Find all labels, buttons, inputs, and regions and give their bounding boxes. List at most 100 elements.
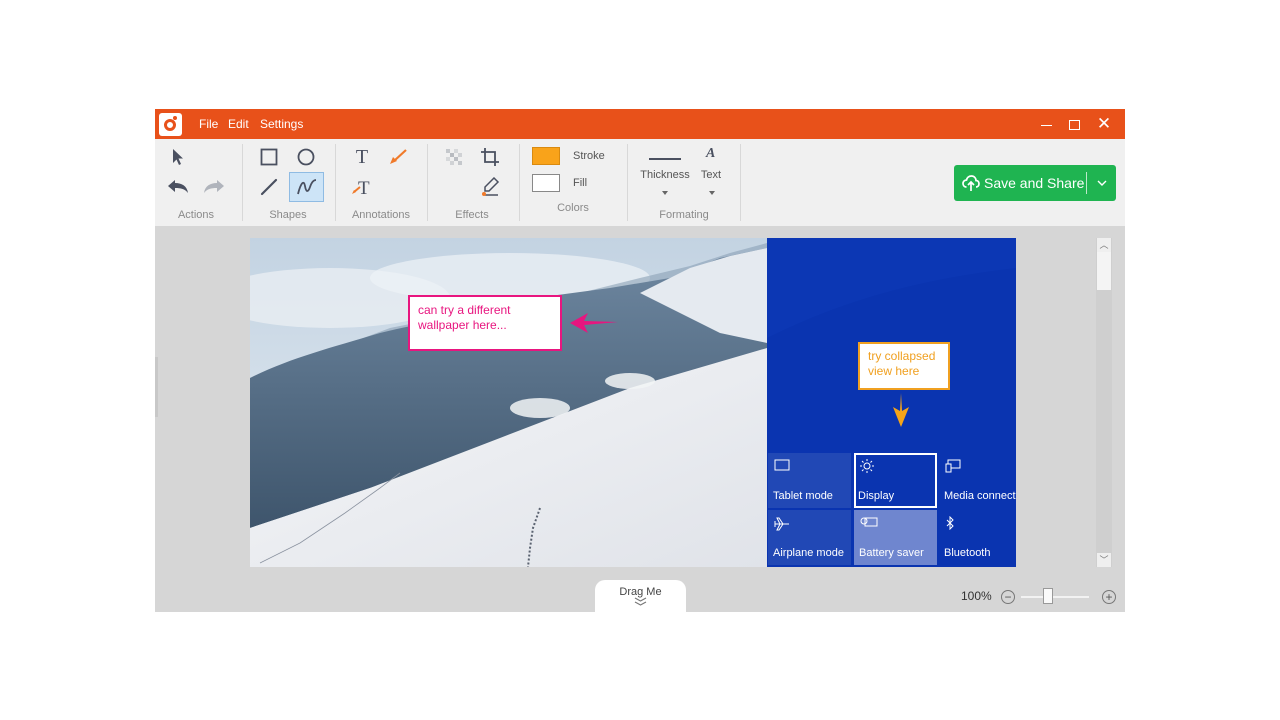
highlighter-tool[interactable]: [475, 173, 505, 201]
line-tool[interactable]: [254, 173, 284, 201]
side-panel-handle[interactable]: [155, 357, 158, 417]
group-label-colors: Colors: [557, 202, 589, 214]
arrow-icon: [390, 149, 407, 164]
save-and-share-label: Save and Share: [984, 175, 1085, 191]
crop-tool[interactable]: [475, 143, 505, 171]
rectangle-icon: [260, 148, 278, 166]
action-center-panel: try collapsed view here Tablet mode Disp…: [767, 238, 1016, 567]
group-label-formatting: Formating: [659, 209, 709, 221]
maximize-button[interactable]: [1059, 109, 1089, 139]
annotation-callout-wallpaper[interactable]: can try a different wallpaper here...: [408, 295, 562, 351]
tile-label: Airplane mode: [773, 547, 844, 559]
crop-icon: [481, 148, 499, 166]
close-button[interactable]: ✕: [1089, 109, 1119, 139]
ellipse-tool[interactable]: [291, 143, 321, 171]
brightness-icon: [860, 459, 874, 473]
group-label-effects: Effects: [455, 209, 489, 221]
group-divider: [427, 144, 428, 221]
group-divider: [740, 144, 741, 221]
close-icon: ✕: [1096, 114, 1112, 133]
tile-bluetooth[interactable]: Bluetooth: [939, 510, 1016, 565]
zoom-level: 100%: [961, 589, 992, 603]
freehand-curve-icon: [296, 179, 316, 195]
tile-label: Media connect: [944, 490, 1016, 502]
menu-settings[interactable]: Settings: [260, 109, 303, 139]
cast-icon: [945, 459, 961, 473]
orange-arrow-icon[interactable]: [892, 393, 910, 429]
text-format-dropdown[interactable]: A Text: [699, 145, 723, 201]
fill-color-swatch[interactable]: [532, 174, 560, 192]
vertical-scrollbar[interactable]: ︿ ﹀: [1096, 238, 1112, 567]
chevron-down-icon: ﹀: [1099, 555, 1109, 565]
redo-button[interactable]: [199, 173, 229, 201]
drag-me-handle[interactable]: Drag Me: [595, 580, 686, 612]
zoom-out-button[interactable]: −: [1001, 590, 1015, 604]
thickness-line-icon: [649, 158, 681, 160]
tile-label: Battery saver: [859, 547, 924, 559]
undo-icon: [168, 180, 188, 193]
cloud-upload-icon: [962, 175, 980, 191]
stroke-color-swatch[interactable]: [532, 147, 560, 165]
rectangle-tool[interactable]: [254, 143, 284, 171]
battery-saver-icon: [860, 517, 878, 527]
zoom-in-button[interactable]: +: [1102, 590, 1116, 604]
line-icon: [260, 178, 278, 196]
text-format-icon: A: [706, 146, 716, 161]
bluetooth-icon: [946, 516, 954, 530]
zoom-slider-track[interactable]: [1021, 596, 1089, 598]
freehand-curve-tool[interactable]: [289, 172, 324, 202]
save-options-dropdown[interactable]: [1088, 165, 1116, 201]
tile-label: Tablet mode: [773, 490, 833, 502]
thickness-dropdown[interactable]: Thickness: [637, 145, 693, 201]
caret-down-icon: [662, 191, 668, 195]
zoom-slider-thumb[interactable]: [1043, 588, 1054, 604]
tile-tablet-mode[interactable]: Tablet mode: [768, 453, 851, 508]
tile-media-connect[interactable]: Media connect: [939, 453, 1016, 508]
title-bar: File Edit Settings ✕: [155, 109, 1125, 139]
save-and-share-button[interactable]: Save and Share: [954, 165, 1116, 201]
callout-text-line: try collapsed: [868, 349, 936, 363]
pointer-icon: [173, 149, 183, 165]
scroll-up-button[interactable]: ︿: [1097, 238, 1111, 252]
menu-edit[interactable]: Edit: [228, 109, 249, 139]
caret-down-icon: [709, 191, 715, 195]
tile-display[interactable]: Display: [854, 453, 937, 508]
double-chevron-down-icon: [634, 597, 647, 606]
chevron-up-icon: ︿: [1099, 240, 1109, 250]
text-tool[interactable]: T: [347, 143, 377, 171]
pixelate-tool[interactable]: [439, 143, 469, 171]
group-divider: [627, 144, 628, 221]
tile-airplane-mode[interactable]: Airplane mode: [768, 510, 851, 565]
group-label-actions: Actions: [177, 209, 215, 221]
group-divider: [335, 144, 336, 221]
menu-file[interactable]: File: [199, 109, 218, 139]
airplane-icon: [774, 517, 789, 531]
maximize-icon: [1068, 120, 1080, 131]
group-label-annotations: Annotations: [351, 209, 411, 221]
fill-label: Fill: [573, 177, 588, 189]
scroll-down-button[interactable]: ﹀: [1097, 553, 1111, 567]
minus-icon: −: [1004, 590, 1012, 604]
scrollbar-thumb[interactable]: [1097, 252, 1111, 290]
pixelate-icon: [446, 149, 462, 165]
arrow-tool[interactable]: [383, 143, 413, 171]
mountain-landscape: [250, 238, 767, 567]
image-canvas[interactable]: can try a different wallpaper here... tr…: [250, 238, 1016, 567]
annotation-callout-collapsed-view[interactable]: try collapsed view here: [858, 342, 950, 390]
text-arrow-tool[interactable]: T: [347, 173, 377, 201]
minimize-button[interactable]: [1031, 109, 1061, 139]
redo-icon: [204, 180, 224, 193]
select-tool[interactable]: [163, 143, 193, 171]
ribbon-toolbar: Actions Shapes T T Annotations Effects S…: [155, 139, 1125, 226]
tile-battery-saver[interactable]: Battery saver: [854, 510, 937, 565]
pink-arrow-icon[interactable]: [568, 310, 620, 336]
text-icon: T: [355, 145, 369, 168]
undo-button[interactable]: [163, 173, 193, 201]
plus-icon: +: [1105, 590, 1113, 604]
stroke-label: Stroke: [573, 150, 605, 162]
chevron-down-icon: [1097, 180, 1107, 186]
thickness-label: Thickness: [640, 169, 690, 181]
wallpaper-image: can try a different wallpaper here...: [250, 238, 767, 567]
text-arrow-icon: T: [352, 178, 370, 197]
app-window: File Edit Settings ✕ Actions Shapes T T …: [155, 109, 1125, 612]
